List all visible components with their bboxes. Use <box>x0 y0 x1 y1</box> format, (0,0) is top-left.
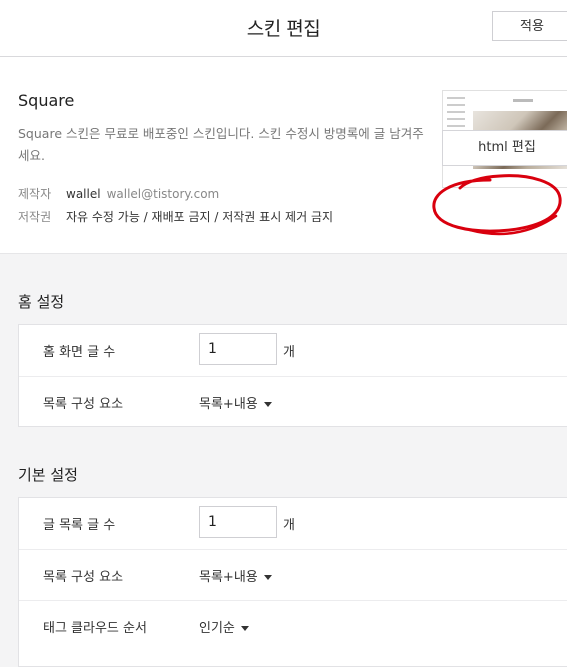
annotation-circle <box>432 174 562 236</box>
list-component-label: 목록 구성 요소 <box>43 570 124 585</box>
page-title: 스킨 편집 <box>246 18 321 40</box>
home-post-count-unit: 개 <box>283 345 295 360</box>
author-row: 제작자 wallel wallel@tistory.com <box>18 185 219 202</box>
author-name: wallel <box>66 187 101 201</box>
skin-description: Square 스킨은 무료로 배포중인 스킨입니다. 스킨 수정시 방명록에 글… <box>18 126 424 163</box>
caret-down-icon <box>263 575 272 580</box>
caret-down-icon <box>263 402 272 407</box>
author-email: wallel@tistory.com <box>106 187 220 201</box>
home-post-count-row: 홈 화면 글 수 1 개 <box>19 325 567 375</box>
apply-button[interactable]: 적용 <box>492 11 567 41</box>
list-component-value: 목록+내용 <box>199 570 258 585</box>
tag-cloud-order-label: 태그 클라우드 순서 <box>43 621 147 636</box>
home-list-component-select[interactable]: 목록+내용 <box>199 393 272 412</box>
home-list-component-row: 목록 구성 요소 목록+내용 <box>19 376 567 426</box>
home-post-count-input[interactable]: 1 <box>199 333 277 365</box>
basic-settings-title: 기본 설정 <box>18 466 78 484</box>
copyright-value: 자유 수정 가능 / 재배포 금지 / 저작권 표시 제거 금지 <box>66 210 334 224</box>
home-settings-card: 홈 화면 글 수 1 개 목록 구성 요소 목록+내용 <box>18 324 567 427</box>
header-bar: 스킨 편집 적용 <box>0 0 567 57</box>
post-list-count-row: 글 목록 글 수 1 개 <box>19 498 567 548</box>
home-settings-title: 홈 설정 <box>18 293 65 311</box>
post-list-count-unit: 개 <box>283 518 295 533</box>
tag-cloud-order-value: 인기순 <box>199 621 235 636</box>
copyright-label: 저작권 <box>18 210 52 224</box>
skin-name: Square <box>18 91 75 110</box>
list-component-row: 목록 구성 요소 목록+내용 <box>19 549 567 599</box>
home-list-component-label: 목록 구성 요소 <box>43 397 124 412</box>
post-list-count-label: 글 목록 글 수 <box>43 518 116 533</box>
tag-cloud-order-select[interactable]: 인기순 <box>199 617 249 636</box>
home-list-component-value: 목록+내용 <box>199 397 258 412</box>
copyright-row: 저작권 자유 수정 가능 / 재배포 금지 / 저작권 표시 제거 금지 <box>18 208 333 225</box>
post-list-count-input[interactable]: 1 <box>199 506 277 538</box>
basic-settings-card: 글 목록 글 수 1 개 목록 구성 요소 목록+내용 태그 클라우드 순서 인… <box>18 497 567 667</box>
tag-cloud-order-row: 태그 클라우드 순서 인기순 <box>19 600 567 650</box>
author-label: 제작자 <box>18 187 52 201</box>
list-component-select[interactable]: 목록+내용 <box>199 566 272 585</box>
home-post-count-label: 홈 화면 글 수 <box>43 345 116 360</box>
html-edit-button[interactable]: html 편집 <box>442 130 567 166</box>
caret-down-icon <box>240 626 249 631</box>
